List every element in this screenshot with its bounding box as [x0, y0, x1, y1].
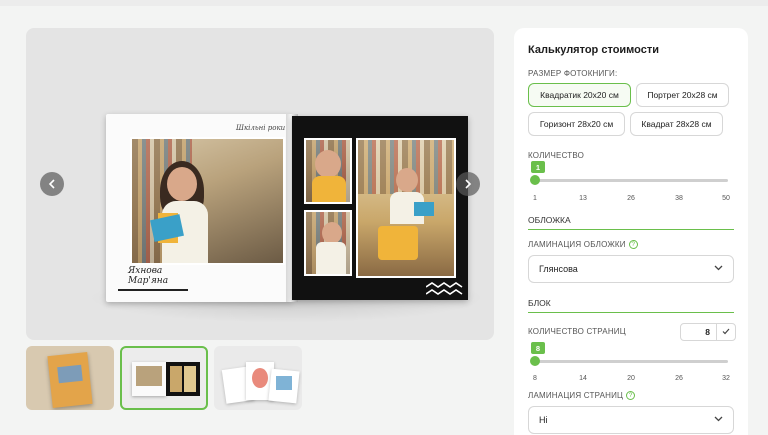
cover-lamination-value: Глянсова	[539, 264, 578, 274]
pages-label: КОЛИЧЕСТВО СТРАНИЦ	[528, 327, 626, 336]
size-option-square-20[interactable]: Квадратик 20x20 см	[528, 83, 631, 107]
small-photo-top	[304, 138, 352, 204]
size-option-square-28[interactable]: Квадрат 28x28 см	[630, 112, 723, 136]
thumbnail-book-pages[interactable]	[214, 346, 302, 410]
cover-lamination-label: ЛАМИНАЦИЯ ОБЛОЖКИ?	[528, 240, 638, 250]
quantity-value-bubble: 1	[531, 161, 545, 173]
pages-value-bubble: 8	[531, 342, 545, 354]
quantity-tick: 1	[533, 195, 537, 202]
cover-lamination-select[interactable]: Глянсова	[528, 255, 734, 283]
book-name-handwriting: Яхнова Мар'яна	[128, 266, 169, 286]
chevron-left-icon	[48, 179, 55, 189]
check-icon[interactable]	[717, 324, 735, 340]
help-icon[interactable]: ?	[628, 240, 638, 250]
photobook-mockup: Шкільні роки Яхнова Мар'яна	[106, 114, 468, 302]
pages-count-value[interactable]: 8	[681, 324, 717, 340]
pages-tick: 32	[722, 375, 730, 382]
large-photo	[356, 138, 456, 278]
size-option-horizon-28x20[interactable]: Горизонт 28x20 см	[528, 112, 625, 136]
small-photo-bottom	[304, 210, 352, 276]
gallery-next-button[interactable]	[456, 172, 480, 196]
pages-lamination-select[interactable]: Ні	[528, 406, 734, 434]
name-underline	[118, 289, 188, 291]
pages-slider-track[interactable]	[534, 360, 728, 363]
gallery-prev-button[interactable]	[40, 172, 64, 196]
quantity-label: КОЛИЧЕСТВО	[528, 151, 585, 160]
quantity-tick: 13	[579, 195, 587, 202]
zigzag-decoration-icon	[426, 282, 463, 295]
quantity-slider-track[interactable]	[534, 179, 728, 182]
main-product-image: Шкільні роки Яхнова Мар'яна	[26, 28, 494, 340]
right-page	[292, 116, 468, 300]
quantity-tick: 50	[722, 195, 730, 202]
book-title-handwriting: Шкільні роки	[236, 124, 286, 132]
help-icon[interactable]: ?	[626, 391, 636, 401]
block-section-heading: БЛОК	[528, 298, 734, 313]
chevron-down-icon	[714, 265, 723, 271]
thumbnail-open-book[interactable]	[120, 346, 208, 410]
thumbnail-book-cover[interactable]	[26, 346, 114, 410]
size-label: РАЗМЕР ФОТОКНИГИ:	[528, 69, 618, 78]
left-page: Шкільні роки Яхнова Мар'яна	[106, 114, 292, 302]
cover-lamination-label-text: ЛАМИНАЦИЯ ОБЛОЖКИ	[528, 240, 626, 249]
price-calculator: Калькулятор стоимости РАЗМЕР ФОТОКНИГИ: …	[514, 28, 748, 435]
quantity-tick: 26	[627, 195, 635, 202]
quantity-tick: 38	[675, 195, 683, 202]
pages-slider-thumb[interactable]	[530, 356, 540, 366]
quantity-slider-thumb[interactable]	[530, 175, 540, 185]
pages-tick: 20	[627, 375, 635, 382]
pages-tick: 14	[579, 375, 587, 382]
calculator-title: Калькулятор стоимости	[528, 44, 660, 56]
pages-lamination-label: ЛАМИНАЦИЯ СТРАНИЦ?	[528, 391, 636, 401]
pages-tick: 8	[533, 375, 537, 382]
main-photo	[130, 137, 285, 265]
pages-lamination-label-text: ЛАМИНАЦИЯ СТРАНИЦ	[528, 391, 624, 400]
top-bar	[0, 0, 768, 6]
chevron-down-icon	[714, 416, 723, 422]
chevron-right-icon	[465, 179, 472, 189]
size-option-portrait-20x28[interactable]: Портрет 20x28 см	[636, 83, 729, 107]
pages-tick: 26	[675, 375, 683, 382]
pages-count-input[interactable]: 8	[680, 323, 736, 341]
pages-lamination-value: Ні	[539, 415, 548, 425]
cover-section-heading: ОБЛОЖКА	[528, 215, 734, 230]
